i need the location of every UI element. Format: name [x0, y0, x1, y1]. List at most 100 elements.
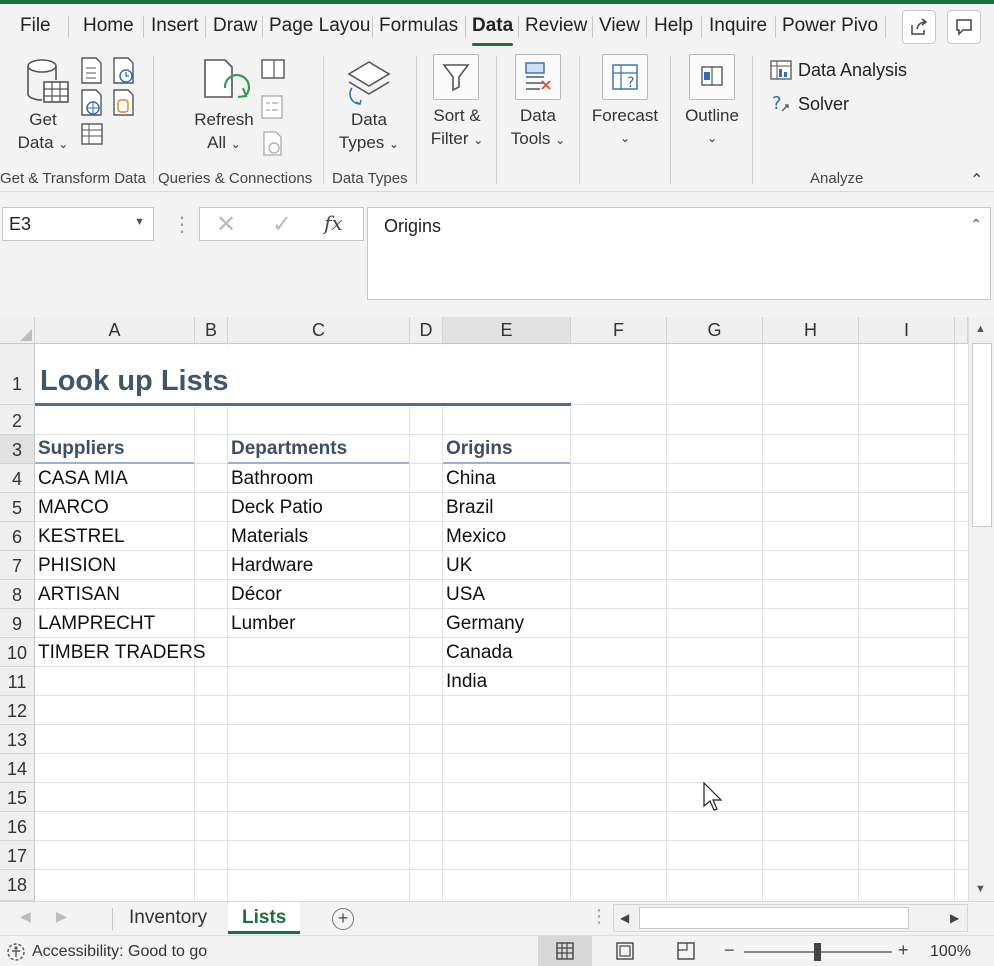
tab-inquire[interactable]: Inquire [709, 10, 767, 42]
column-header-a[interactable]: A [35, 317, 195, 344]
row-header[interactable]: 12 [0, 696, 35, 725]
column-header-b[interactable]: B [195, 317, 228, 344]
row-header[interactable]: 16 [0, 812, 35, 841]
supplier-cell[interactable]: TIMBER TRADERS [35, 639, 206, 667]
outline-button[interactable]: Outline ⌄ [678, 104, 746, 150]
data-tools-button[interactable]: Data Tools ⌄ [505, 104, 571, 152]
data-types-button[interactable]: Data Types ⌄ [336, 108, 402, 156]
row-header[interactable]: 2 [0, 405, 35, 435]
enter-icon[interactable]: ✓ [272, 210, 292, 239]
cancel-icon[interactable]: ✕ [216, 210, 236, 239]
column-header-h[interactable]: H [763, 317, 859, 344]
accessibility-status[interactable]: Accessibility: Good to go [6, 942, 207, 962]
tab-file[interactable]: File [20, 10, 51, 42]
tab-formulas[interactable]: Formulas [379, 10, 458, 42]
column-header-g[interactable]: G [667, 317, 763, 344]
scroll-left-icon[interactable]: ◀ [620, 911, 629, 925]
name-box[interactable]: E3 ▼ [2, 207, 154, 241]
spreadsheet-grid[interactable]: A B C D E F G H I 1 2 3 4 5 6 7 8 9 10 1… [0, 317, 968, 901]
row-header[interactable]: 14 [0, 754, 35, 783]
origin-cell[interactable]: Canada [443, 639, 513, 667]
row-header[interactable]: 11 [0, 667, 35, 696]
scroll-up-icon[interactable]: ▲ [975, 323, 986, 335]
sort-filter-button[interactable]: Sort & Filter ⌄ [424, 104, 490, 152]
horizontal-scrollbar[interactable]: ◀ ▶ [613, 904, 968, 932]
origin-cell[interactable]: Mexico [443, 523, 506, 551]
tab-home[interactable]: Home [83, 10, 134, 42]
vertical-scrollbar[interactable]: ▲ ▼ [968, 317, 994, 901]
origin-cell[interactable]: China [443, 465, 496, 493]
add-sheet-button[interactable]: + [332, 908, 354, 930]
collapse-ribbon-icon[interactable]: ⌃ [970, 170, 983, 190]
column-header-d[interactable]: D [410, 317, 443, 344]
solver-button[interactable]: ? Solver [770, 92, 849, 116]
department-cell[interactable]: Bathroom [228, 465, 313, 493]
department-cell[interactable]: Hardware [228, 552, 313, 580]
row-header[interactable]: 6 [0, 522, 35, 551]
tab-power-pivot[interactable]: Power Pivo [782, 10, 879, 42]
supplier-cell[interactable]: MARCO [35, 494, 109, 522]
tab-review[interactable]: Review [525, 10, 587, 42]
row-header[interactable]: 18 [0, 870, 35, 901]
suppliers-header[interactable]: Suppliers [35, 435, 125, 463]
tab-help[interactable]: Help [654, 10, 693, 42]
zoom-slider-thumb[interactable] [814, 943, 821, 961]
origin-cell[interactable]: UK [443, 552, 472, 580]
scroll-down-icon[interactable]: ▼ [975, 883, 986, 895]
vertical-scroll-thumb[interactable] [972, 343, 992, 527]
column-header-partial[interactable] [955, 317, 968, 344]
formula-input[interactable]: Origins ⌃ [367, 207, 991, 300]
forecast-button[interactable]: Forecast ⌄ [588, 104, 662, 150]
insert-function-button[interactable]: fx [324, 211, 343, 235]
scroll-tabs-right-icon[interactable]: ▶ [56, 908, 67, 925]
department-cell[interactable]: Materials [228, 523, 308, 551]
comments-button[interactable] [947, 10, 981, 44]
share-button[interactable] [902, 10, 936, 44]
row-header[interactable]: 15 [0, 783, 35, 812]
supplier-cell[interactable]: KESTREL [35, 523, 125, 551]
tab-splitter-icon[interactable]: ⋮ [590, 906, 608, 927]
department-cell[interactable]: Deck Patio [228, 494, 323, 522]
supplier-cell[interactable]: ARTISAN [35, 581, 120, 609]
origin-cell[interactable]: Brazil [443, 494, 494, 522]
row-header[interactable]: 1 [0, 344, 35, 405]
collapse-formula-bar-icon[interactable]: ⌃ [970, 216, 982, 233]
departments-header[interactable]: Departments [228, 435, 347, 463]
normal-view-button[interactable] [538, 936, 592, 966]
row-header[interactable]: 7 [0, 551, 35, 580]
tab-view[interactable]: View [599, 10, 640, 42]
origin-cell[interactable]: Germany [443, 610, 524, 638]
tab-draw[interactable]: Draw [213, 10, 257, 42]
page-layout-view-icon[interactable] [615, 941, 635, 961]
origin-cell[interactable]: USA [443, 581, 485, 609]
row-header[interactable]: 13 [0, 725, 35, 754]
row-header[interactable]: 3 [0, 435, 35, 464]
sheet-tab-lists[interactable]: Lists [228, 902, 301, 934]
supplier-cell[interactable]: LAMPRECHT [35, 610, 155, 638]
zoom-level[interactable]: 100% [930, 943, 971, 961]
get-data-button[interactable]: Get Data ⌄ [16, 108, 70, 156]
zoom-out-icon[interactable]: − [724, 940, 735, 961]
scroll-right-icon[interactable]: ▶ [950, 911, 959, 925]
column-header-e[interactable]: E [443, 317, 571, 344]
zoom-in-icon[interactable]: + [898, 940, 909, 961]
select-all-corner[interactable] [0, 317, 35, 344]
supplier-cell[interactable]: PHISION [35, 552, 116, 580]
row-header[interactable]: 10 [0, 638, 35, 667]
row-header[interactable]: 9 [0, 609, 35, 638]
row-header[interactable]: 8 [0, 580, 35, 609]
row-header[interactable]: 4 [0, 464, 35, 493]
row-header[interactable]: 17 [0, 841, 35, 870]
page-title[interactable]: Look up Lists [37, 363, 229, 399]
row-header[interactable]: 5 [0, 493, 35, 522]
origins-header[interactable]: Origins [443, 435, 513, 463]
origin-cell[interactable]: India [443, 668, 487, 696]
chevron-down-icon[interactable]: ▼ [134, 216, 145, 228]
tab-data[interactable]: Data [472, 10, 514, 46]
department-cell[interactable]: Décor [228, 581, 282, 609]
sheet-tab-inventory[interactable]: Inventory [115, 902, 221, 934]
tab-insert[interactable]: Insert [151, 10, 199, 42]
scroll-tabs-left-icon[interactable]: ◀ [20, 908, 31, 925]
page-break-preview-icon[interactable] [676, 941, 696, 961]
column-header-f[interactable]: F [571, 317, 667, 344]
